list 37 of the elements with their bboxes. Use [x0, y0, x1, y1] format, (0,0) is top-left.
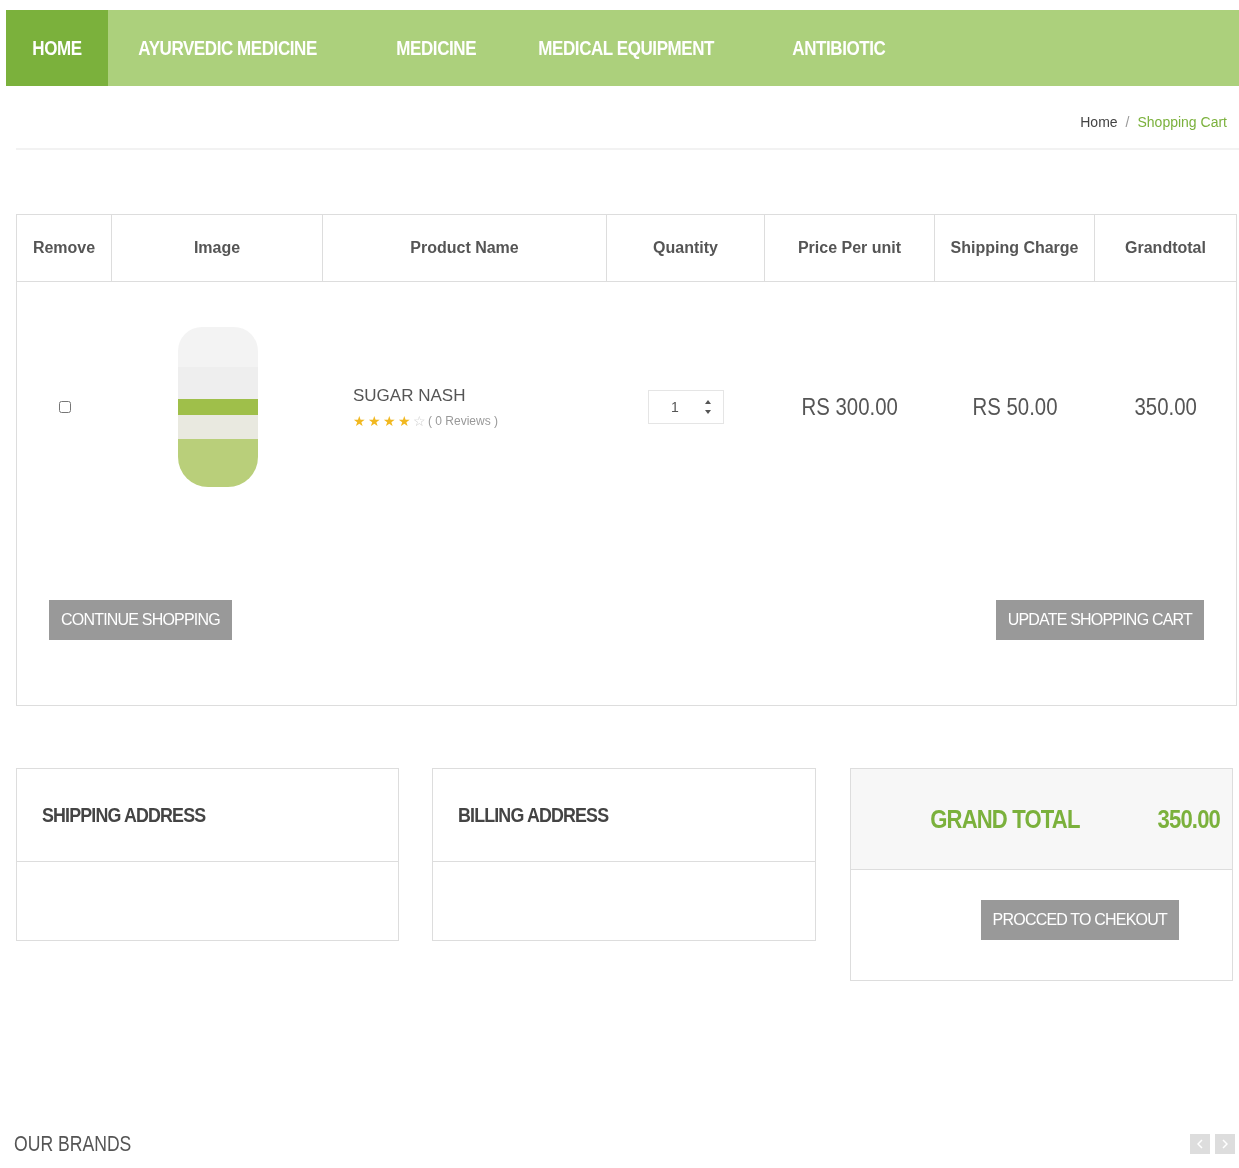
row-total: 350.00 — [1134, 393, 1197, 421]
section-title: OUR BRANDS — [14, 1131, 132, 1157]
column-header: Price Per unit — [765, 215, 935, 282]
star-icon: ★ — [353, 414, 366, 428]
nav-tab[interactable]: HOME — [6, 10, 108, 86]
review-count: ( 0 Reviews ) — [428, 414, 498, 428]
column-header: Remove — [17, 215, 112, 282]
remove-checkbox[interactable] — [58, 401, 71, 413]
star-icon: ☆ — [413, 414, 426, 428]
grand-total-label: GRAND TOTAL — [929, 803, 1080, 835]
column-header: Image — [112, 215, 323, 282]
panel-title: SHIPPING ADDRESS — [42, 803, 206, 827]
nav-tab[interactable]: ANTIBIOTIC — [766, 10, 913, 86]
checkout-button[interactable]: PROCCED TO CHEKOUT — [980, 900, 1179, 940]
breadcrumb-link[interactable]: Shopping Cart — [1137, 114, 1227, 130]
nav-tab[interactable]: AYURVEDIC MEDICINE — [112, 10, 344, 86]
column-header: Product Name — [323, 215, 607, 282]
column-header: Shipping Charge — [935, 215, 1095, 282]
breadcrumb-link[interactable]: Home — [1080, 114, 1118, 130]
quantity-field[interactable]: 1 — [648, 390, 724, 424]
shipping-charge: RS 50.00 — [972, 393, 1058, 421]
product-name: SUGAR NASH — [353, 386, 466, 406]
star-icon: ★ — [383, 414, 396, 428]
nav-tab[interactable]: MEDICAL EQUIPMENT — [511, 10, 741, 86]
column-header: Quantity — [607, 215, 765, 282]
breadcrumb-separator: / — [1125, 114, 1130, 130]
update-cart-button[interactable]: UPDATE SHOPPING CART — [995, 600, 1204, 640]
nav-tab[interactable]: MEDICINE — [369, 10, 503, 86]
continue-shopping-button[interactable]: CONTINUE SHOPPING — [49, 600, 232, 640]
panel-title: BILLING ADDRESS — [458, 803, 609, 827]
column-header: Grandtotal — [1095, 215, 1236, 282]
chevron-right-icon — [1222, 1139, 1228, 1149]
star-icon: ★ — [398, 414, 411, 428]
unit-price: RS 300.00 — [801, 393, 899, 421]
star-icon: ★ — [368, 414, 381, 428]
chevron-left-icon — [1197, 1139, 1203, 1149]
grand-total-value: 350.00 — [1157, 803, 1221, 835]
